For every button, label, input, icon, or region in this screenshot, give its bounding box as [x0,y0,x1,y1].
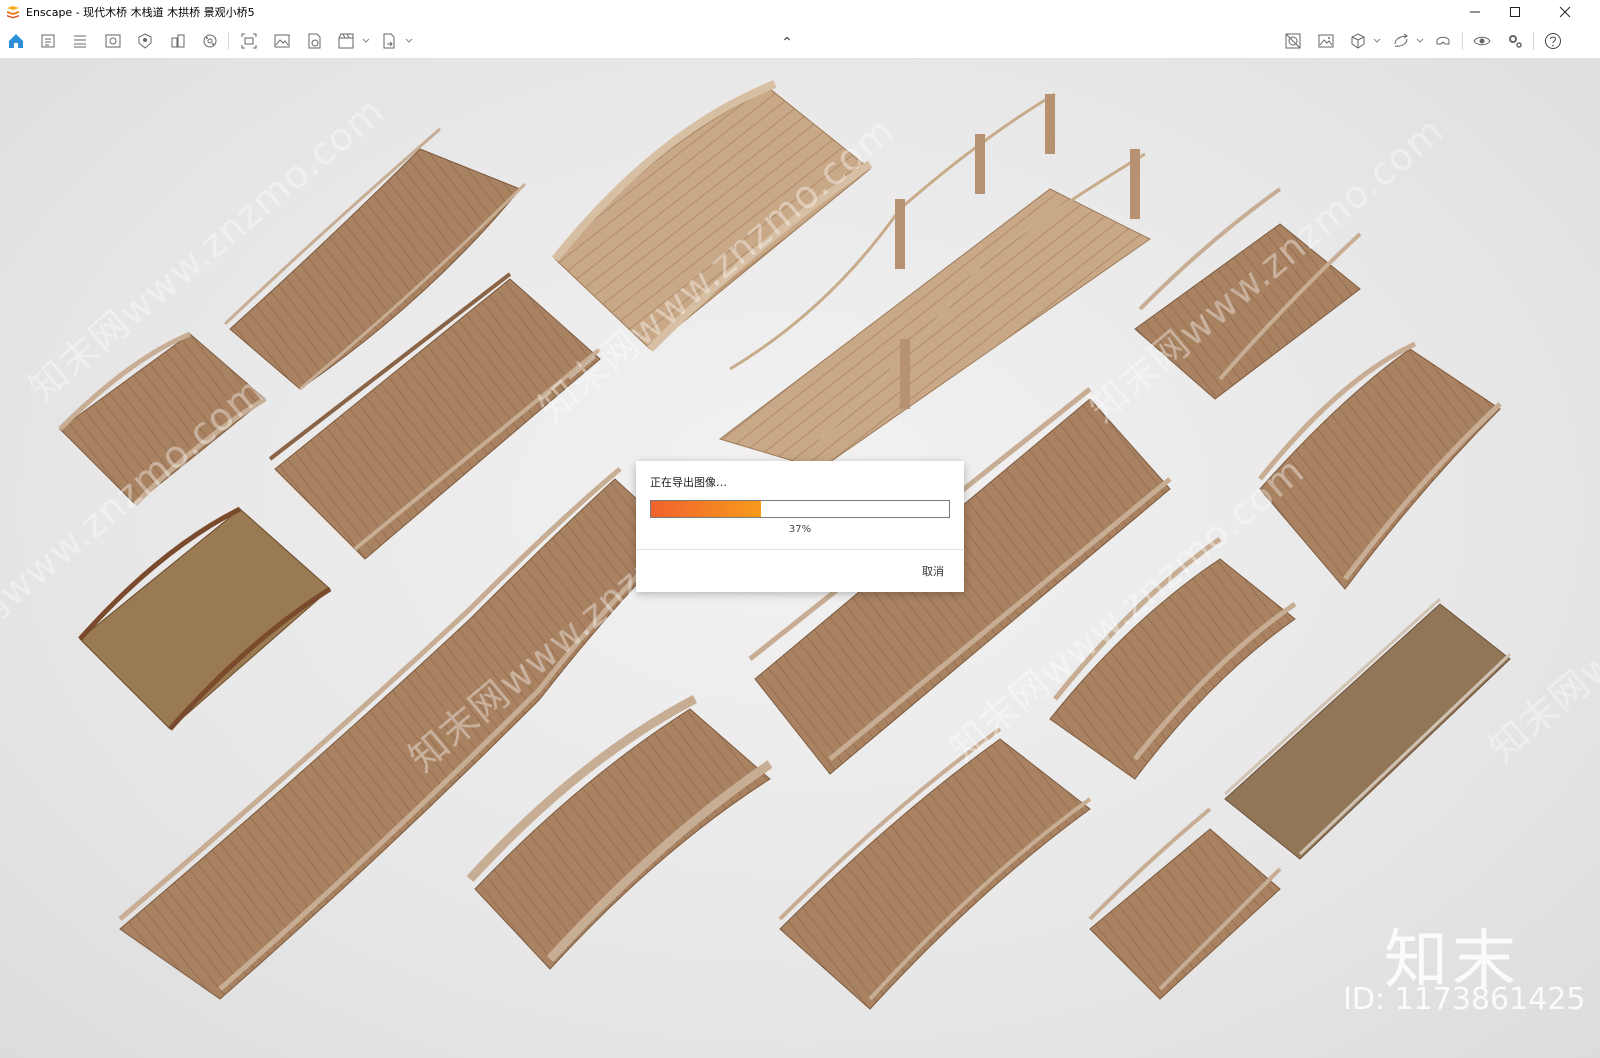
eye-icon [1473,36,1491,46]
settings-icon [1509,35,1522,48]
collapse-toolbar-icon[interactable]: ⌃ [780,35,794,51]
batch-render-button[interactable] [303,31,325,51]
toolbar-divider [1462,32,1463,50]
render-image-icon [274,34,290,48]
toolbar-divider [1533,32,1534,50]
dialog-message: 正在导出图像… [650,476,727,489]
dialog-divider [636,549,964,550]
close-button[interactable] [1545,0,1585,24]
bridge-model [551,80,873,352]
vr-headset-button[interactable] [1432,31,1454,51]
site-context-icon [171,34,185,48]
chevron-down-icon [1416,38,1424,43]
enscape-logo-icon [7,6,19,19]
visual-settings-icon [138,33,152,49]
export-button[interactable] [378,31,400,51]
image-button[interactable] [1315,31,1337,51]
asset-library-button[interactable] [37,31,59,51]
material-editor-icon [74,35,86,48]
progress-bar [650,500,950,518]
headset-icon [1436,36,1450,45]
video-editor-icon [338,33,354,49]
asset-library-icon [41,34,55,48]
material-editor-button[interactable] [69,31,91,51]
help-icon [1545,33,1561,49]
video-dropdown-toggle[interactable] [362,34,370,48]
maximize-button[interactable] [1495,0,1535,24]
toolbar: ⌃ [0,24,1600,59]
panorama-icon [1285,33,1301,49]
cancel-button[interactable]: 取消 [922,563,944,579]
cube-icon [1351,33,1365,49]
export-dropdown-toggle[interactable] [405,34,413,48]
atmosphere-icon [203,34,217,48]
id-watermark: ID: 1173861425 [1343,982,1586,1017]
maximize-icon [1510,7,1520,17]
minimize-button[interactable] [1455,0,1495,24]
site-context-button[interactable] [167,31,189,51]
progress-percent: 37% [788,524,812,535]
sync-icon [1394,33,1408,47]
batch-render-icon [308,33,321,49]
minimize-icon [1470,11,1480,13]
bridge-model [1088,807,1282,1000]
home-button[interactable] [5,31,27,51]
help-button[interactable] [1542,31,1564,51]
cube-button[interactable] [1347,31,1369,51]
close-icon [1559,6,1571,18]
visual-settings-button[interactable] [134,31,156,51]
settings-button[interactable] [1504,31,1526,51]
chevron-down-icon [405,38,413,43]
panorama-button[interactable] [1282,31,1304,51]
progress-fill [651,501,762,517]
bridge-model [466,695,773,970]
view-management-button[interactable] [102,31,124,51]
image-icon [1318,34,1334,48]
view-management-icon [105,34,121,48]
screenshot-button[interactable] [238,31,260,51]
export-icon [383,33,395,49]
chevron-down-icon [1373,38,1381,43]
bridge-model [78,506,332,731]
bridge-model [778,727,1092,1010]
screenshot-icon [241,33,257,49]
video-editor-button[interactable] [335,31,357,51]
view-toggle-button[interactable] [1471,31,1493,51]
sync-button[interactable] [1390,31,1412,51]
window-title: Enscape - 现代木桥 木栈道 木拱桥 景观小桥5 [26,6,255,19]
cube-dropdown-toggle[interactable] [1373,34,1381,48]
render-image-button[interactable] [271,31,293,51]
export-progress-dialog: 正在导出图像… 37% 取消 [636,461,964,592]
atmosphere-button[interactable] [199,31,221,51]
toolbar-divider [228,32,229,50]
chevron-down-icon [362,38,370,43]
sync-dropdown-toggle[interactable] [1416,34,1424,48]
home-icon [9,34,23,48]
title-bar: Enscape - 现代木桥 木栈道 木拱桥 景观小桥5 [0,0,1600,24]
